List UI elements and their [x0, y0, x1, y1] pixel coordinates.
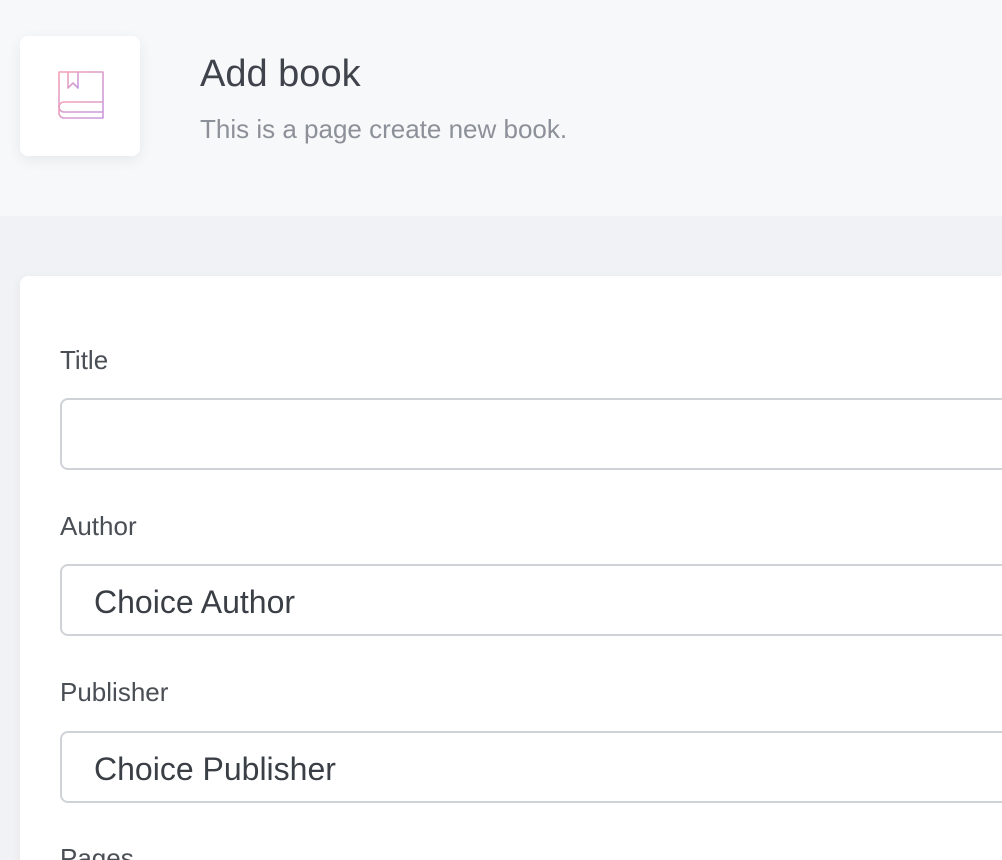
page-title: Add book: [200, 53, 361, 95]
publisher-label: Publisher: [60, 677, 169, 707]
publisher-select-value: Choice Publisher: [94, 751, 336, 787]
book-form-card: Title Author Choice Author Publisher Cho…: [20, 276, 1002, 860]
pages-label: Pages: [60, 843, 134, 860]
title-input[interactable]: [60, 398, 1002, 470]
title-label: Title: [60, 345, 109, 375]
page: Add book This is a page create new book.…: [0, 0, 1002, 860]
book-icon: [52, 66, 108, 127]
page-header: Add book This is a page create new book.: [0, 0, 1002, 216]
header-icon-box: [20, 36, 140, 156]
publisher-select[interactable]: Choice Publisher: [60, 731, 1002, 803]
author-select-value: Choice Author: [94, 584, 296, 620]
author-label: Author: [60, 511, 137, 541]
page-subtitle: This is a page create new book.: [200, 114, 568, 144]
author-select[interactable]: Choice Author: [60, 564, 1002, 636]
